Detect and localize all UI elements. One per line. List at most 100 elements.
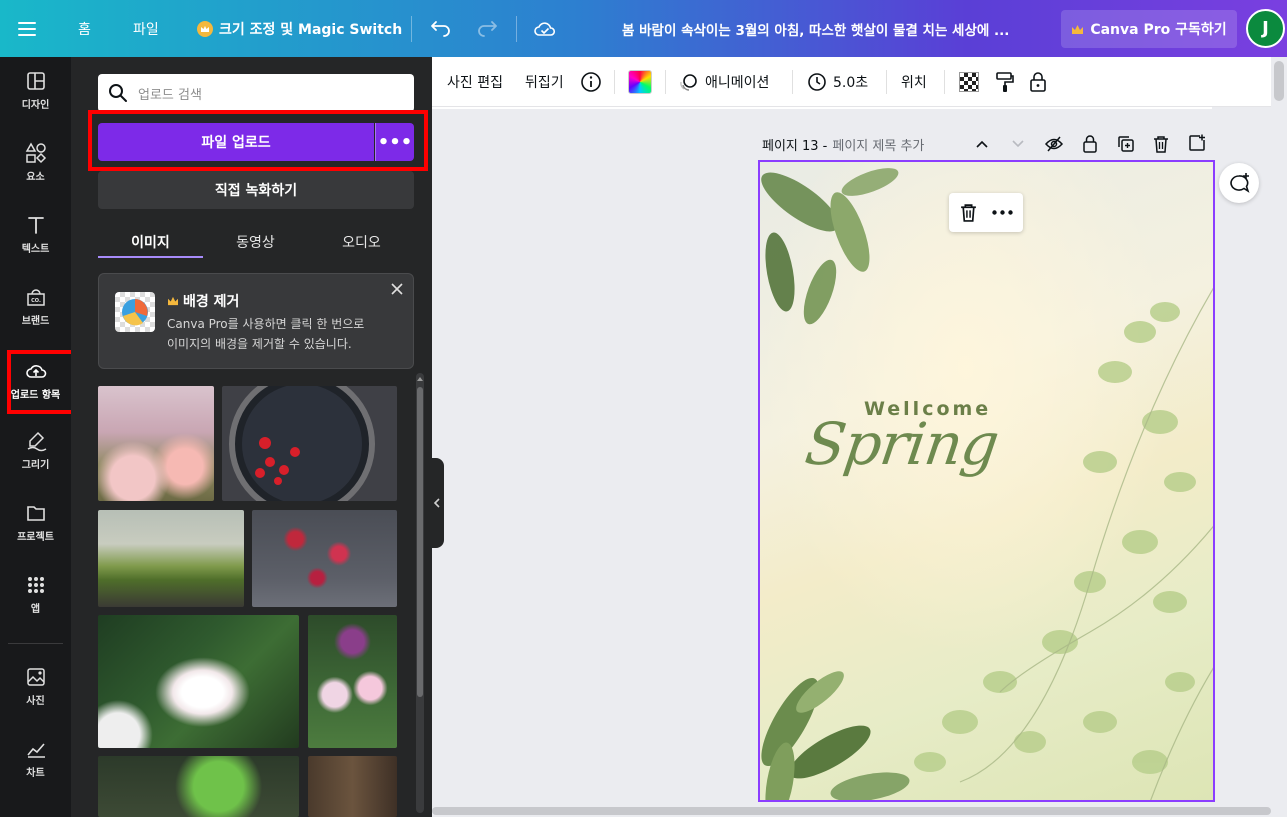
rail-item-photos[interactable]: 사진 [0, 653, 71, 719]
image-thumbnail[interactable] [98, 510, 244, 607]
redo-icon[interactable] [476, 0, 498, 57]
edit-photo-button[interactable]: 사진 편집 [447, 57, 503, 107]
top-bar: 홈 파일 크기 조정 및 Magic Switch 봄 바람이 속삭이는 3월의… [0, 0, 1287, 57]
rail-item-projects[interactable]: 프로젝트 [0, 489, 71, 555]
crown-icon [168, 296, 178, 306]
scroll-up-arrow[interactable] [416, 375, 424, 383]
color-swatch-button[interactable] [628, 57, 652, 107]
flip-button[interactable]: 뒤집기 [525, 57, 564, 107]
photo-icon [26, 667, 45, 686]
rail-item-brand[interactable]: CO. 브랜드 [0, 273, 71, 339]
menu-icon[interactable] [18, 0, 36, 57]
cloud-saved-icon[interactable] [533, 0, 557, 57]
tab-label: 동영상 [236, 235, 275, 251]
heading-script[interactable]: Spring [801, 410, 1002, 478]
avatar-initial: J [1262, 18, 1269, 39]
image-thumbnail[interactable] [308, 615, 397, 748]
folder-icon [26, 505, 45, 521]
panel-scrollbar[interactable] [416, 373, 424, 813]
shapes-icon [25, 141, 46, 163]
divider [8, 643, 63, 644]
chevron-down-icon[interactable] [1010, 137, 1026, 151]
promo-text-line: 이미지의 배경을 제거할 수 있습니다. [167, 337, 352, 351]
add-comment-button[interactable] [1219, 163, 1259, 203]
rail-label: 차트 [26, 767, 45, 779]
add-page-icon[interactable] [1188, 134, 1206, 152]
document-title[interactable]: 봄 바람이 속삭이는 3월의 아침, 따스한 햇살이 물결 치는 세상에 ... [622, 0, 1009, 57]
rail-item-draw[interactable]: 그리기 [0, 417, 71, 483]
side-rail: 디자인 요소 텍스트 CO. 브랜드 업로드 항목 그리기 프로젝트 앱 사진 … [0, 57, 78, 817]
rail-item-charts[interactable]: 차트 [0, 725, 71, 791]
divider [944, 70, 945, 94]
home-link[interactable]: 홈 [78, 0, 91, 57]
paint-roller-icon[interactable] [995, 57, 1015, 107]
rail-item-elements[interactable]: 요소 [0, 129, 71, 195]
scroll-thumb[interactable] [1274, 61, 1284, 101]
duration-button[interactable]: 5.0초 [807, 57, 868, 107]
hide-eye-icon[interactable] [1044, 135, 1064, 153]
lock-icon[interactable] [1029, 57, 1047, 107]
image-thumbnail[interactable] [98, 386, 214, 501]
pro-subscribe-button[interactable]: Canva Pro 구독하기 [1061, 10, 1237, 48]
image-thumbnail[interactable] [252, 510, 397, 607]
record-yourself-button[interactable]: 직접 녹화하기 [98, 171, 414, 209]
uploads-panel: 업로드 검색 파일 업로드 ••• 직접 녹화하기 이미지 동영상 오디오 배경… [71, 57, 432, 817]
highlight-box [88, 110, 428, 171]
animate-label: 애니메이션 [705, 75, 770, 91]
image-thumbnail[interactable] [98, 615, 299, 748]
chevron-up-icon[interactable] [974, 137, 990, 151]
tab-label: 오디오 [342, 235, 381, 251]
tab-videos[interactable]: 동영상 [203, 225, 308, 259]
rail-label: 사진 [26, 695, 45, 707]
undo-icon[interactable] [430, 0, 452, 57]
lock-icon[interactable] [1082, 134, 1098, 154]
element-action-bar [949, 193, 1023, 232]
leaves-illustration [760, 162, 1213, 800]
transparency-icon[interactable] [959, 57, 979, 107]
page-number: 페이지 13 - [762, 138, 828, 154]
divider [614, 70, 615, 94]
rail-label: 브랜드 [21, 315, 50, 327]
promo-title: 배경 제거 [167, 291, 239, 311]
collapse-panel-handle[interactable] [429, 458, 444, 548]
close-icon[interactable] [391, 283, 403, 295]
rail-label: 요소 [26, 171, 45, 183]
info-icon[interactable] [580, 57, 602, 107]
resize-label: 크기 조정 및 Magic Switch [219, 21, 403, 38]
scroll-thumb[interactable] [417, 387, 423, 697]
rail-item-apps[interactable]: 앱 [0, 561, 71, 627]
text-icon [27, 216, 44, 234]
rail-label: 앱 [30, 603, 41, 615]
position-button[interactable]: 위치 [901, 57, 927, 107]
image-thumbnail[interactable] [98, 756, 299, 817]
image-thumbnail[interactable] [308, 756, 397, 817]
rail-item-text[interactable]: 텍스트 [0, 201, 71, 267]
duration-label: 5.0초 [833, 75, 869, 91]
search-icon [109, 84, 127, 102]
file-menu[interactable]: 파일 [133, 0, 159, 57]
tab-audio[interactable]: 오디오 [309, 225, 414, 259]
search-field[interactable]: 업로드 검색 [98, 74, 414, 112]
resize-button[interactable]: 크기 조정 및 Magic Switch [197, 0, 402, 57]
divider [665, 70, 666, 94]
page-title-placeholder[interactable]: 페이지 제목 추가 [832, 135, 924, 154]
avatar[interactable]: J [1246, 9, 1285, 48]
promo-title-text: 배경 제거 [183, 294, 240, 310]
canvas-horizontal-scrollbar[interactable] [432, 804, 1271, 817]
clock-icon [808, 73, 826, 91]
trash-icon[interactable] [1153, 135, 1169, 153]
highlight-box [7, 350, 76, 414]
scroll-thumb[interactable] [432, 807, 1271, 815]
design-page[interactable]: Wellcome Spring [758, 160, 1215, 802]
record-label: 직접 녹화하기 [214, 183, 298, 199]
tab-images[interactable]: 이미지 [98, 225, 203, 259]
trash-icon[interactable] [960, 203, 977, 222]
duplicate-page-icon[interactable] [1117, 135, 1135, 153]
more-options-icon[interactable] [992, 210, 1013, 215]
animate-button[interactable]: 애니메이션 [679, 57, 769, 107]
brand-icon: CO. [26, 288, 45, 306]
rail-item-design[interactable]: 디자인 [0, 57, 71, 123]
image-thumbnail[interactable] [222, 386, 397, 501]
tab-label: 이미지 [131, 235, 170, 251]
canvas-scrollbar[interactable] [1271, 57, 1287, 817]
